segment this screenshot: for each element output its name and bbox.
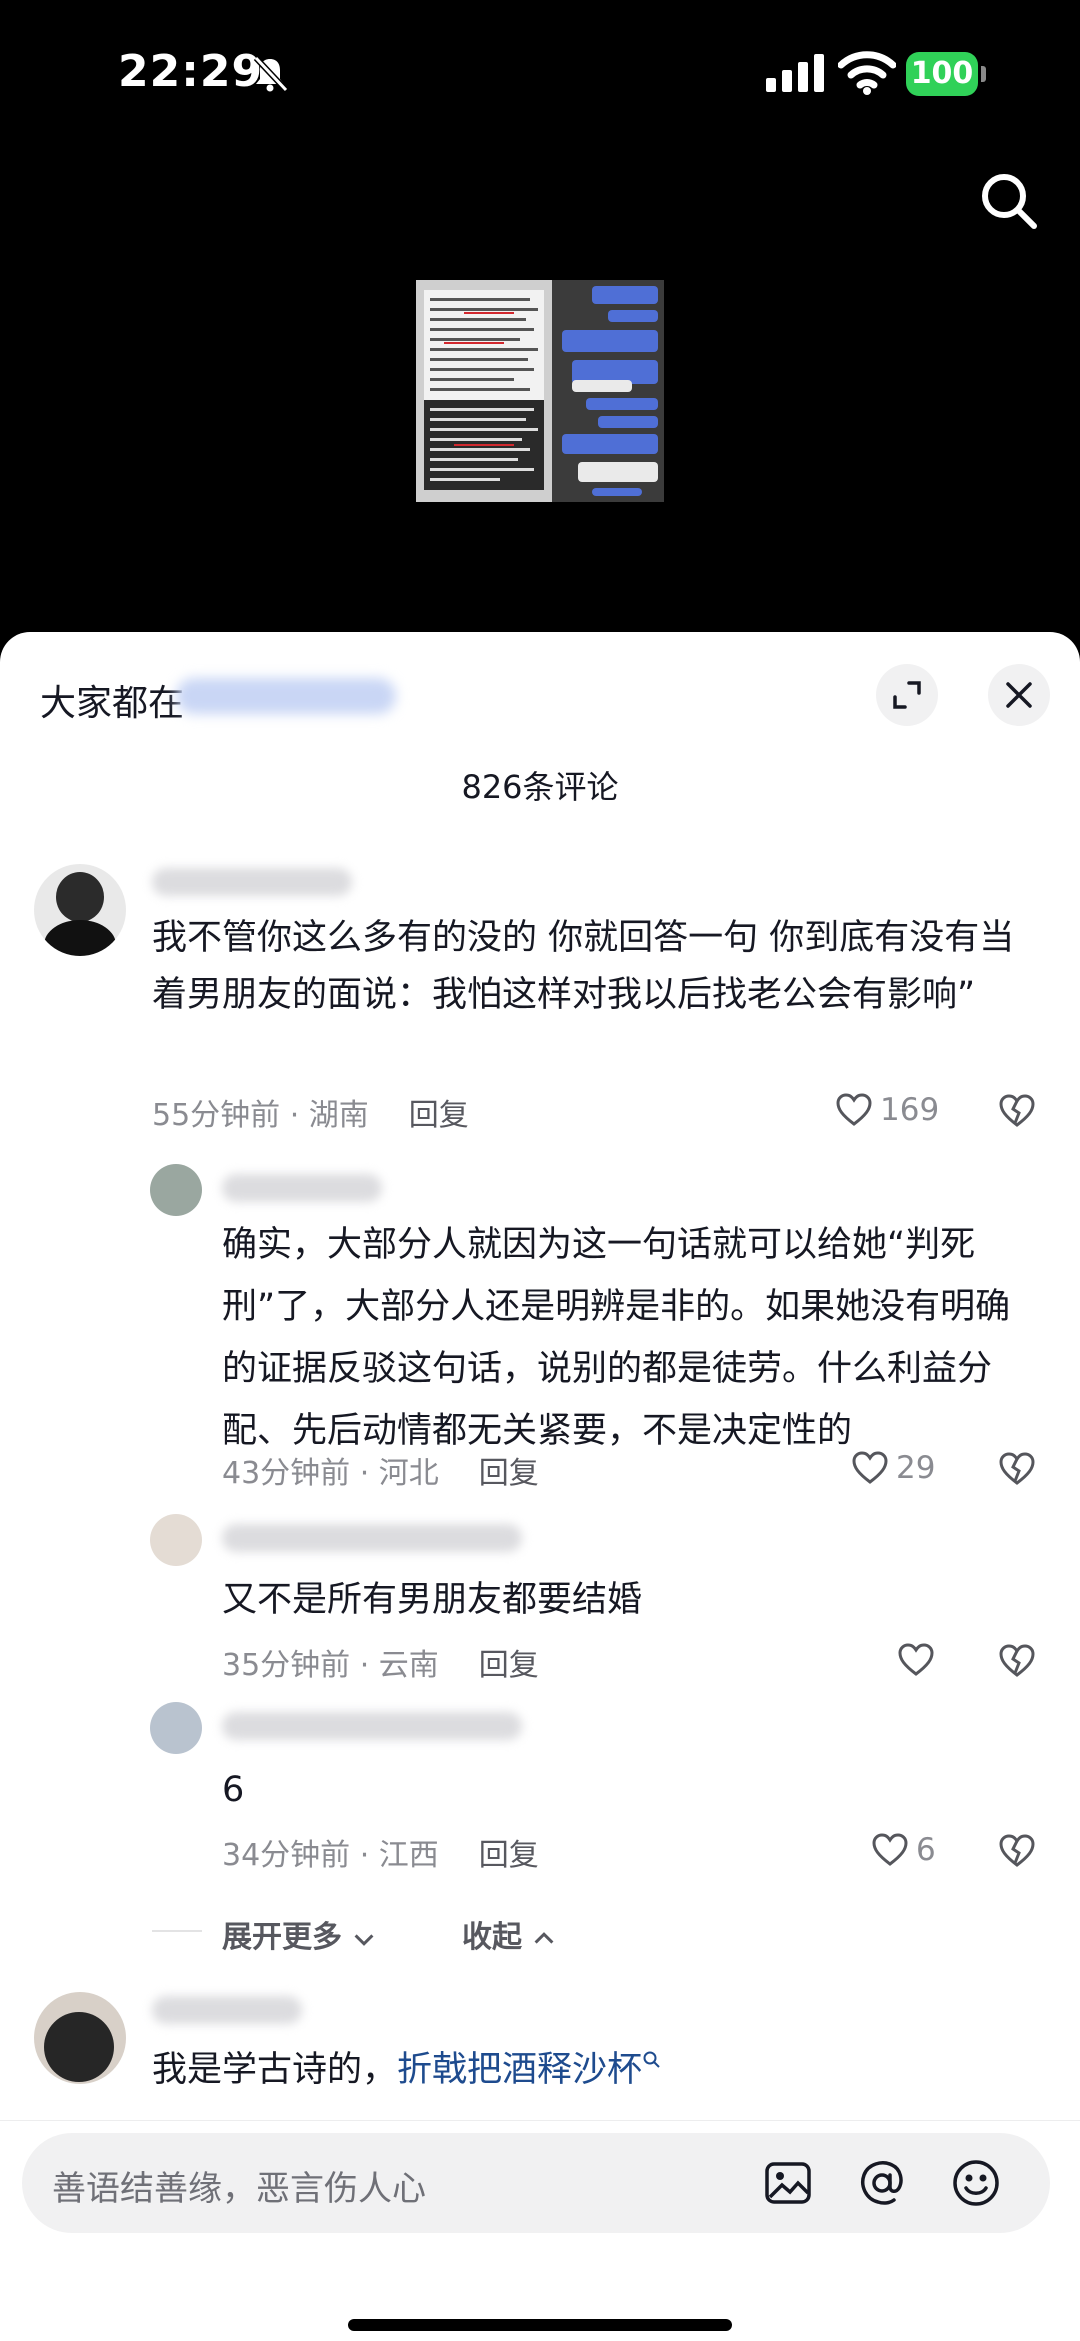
- comment-meta: 43分钟前 · 河北 回复: [222, 1448, 539, 1492]
- comment-input-bar: 善语结善缘，恶言伤人心: [0, 2120, 1080, 2333]
- avatar[interactable]: [34, 864, 126, 956]
- comment-text: 6: [222, 1770, 245, 1810]
- expand-more-label: 展开更多: [222, 1920, 342, 1955]
- nickname-blurred[interactable]: [222, 1524, 522, 1552]
- thumbnail-dark-panel: [424, 400, 544, 490]
- avatar[interactable]: [150, 1702, 202, 1754]
- comment-text: 我不管你这么多有的没的 你就回答一句 你到底有没有当着男朋友的面说：我怕这样对我…: [152, 918, 1015, 1015]
- like-count: 6: [916, 1832, 936, 1868]
- search-icon[interactable]: [978, 170, 1040, 232]
- sheet-title: 大家都在: [40, 683, 185, 724]
- comment-sheet: 大家都在 826条评论 我不管你这么多有的没的 你就回答一句 你到底有没有当着男…: [0, 632, 1080, 2341]
- status-time: 22:29: [118, 46, 264, 97]
- expand-button[interactable]: [876, 664, 938, 726]
- expand-icon: [893, 681, 921, 709]
- broken-heart-icon[interactable]: [996, 1830, 1038, 1872]
- chevron-up-icon: [534, 1931, 554, 1944]
- home-indicator: [348, 2319, 732, 2331]
- like-button[interactable]: 169: [834, 1088, 939, 1132]
- comment-text-prefix: 我是学古诗的，: [152, 2050, 398, 2090]
- at-icon[interactable]: [856, 2157, 908, 2209]
- nickname-blurred[interactable]: [152, 868, 352, 896]
- nickname-blurred[interactable]: [222, 1174, 382, 1202]
- comment-input[interactable]: 善语结善缘，恶言伤人心: [22, 2133, 1050, 2233]
- nickname-blurred[interactable]: [222, 1712, 522, 1740]
- image-icon[interactable]: [762, 2157, 814, 2209]
- comment-count: 826条评论: [461, 768, 619, 806]
- search-small-icon: [643, 2051, 660, 2068]
- close-icon: [1006, 682, 1032, 708]
- like-count: 169: [880, 1092, 940, 1128]
- thread-divider: [152, 1930, 202, 1932]
- comment-text: 我是学古诗的，折戟把酒释沙杯: [152, 2042, 1032, 2099]
- thumbnail-chat: [552, 280, 664, 502]
- reply-button[interactable]: 回复: [479, 1456, 539, 1491]
- comment-input-placeholder: 善语结善缘，恶言伤人心: [52, 2169, 426, 2209]
- comment-time-location: 35分钟前 · 云南: [222, 1648, 439, 1683]
- like-button[interactable]: 6: [870, 1828, 936, 1872]
- wifi-icon: [838, 51, 896, 95]
- expand-more-button[interactable]: 展开更多: [222, 1912, 376, 1956]
- avatar[interactable]: [34, 1992, 126, 2084]
- collapse-button[interactable]: 收起: [462, 1912, 556, 1956]
- blurred-title-suffix: [176, 678, 396, 714]
- comment-time-location: 55分钟前 · 湖南: [152, 1098, 369, 1133]
- close-button[interactable]: [988, 664, 1050, 726]
- search-link[interactable]: 折戟把酒释沙杯: [397, 2050, 642, 2090]
- broken-heart-icon[interactable]: [996, 1090, 1038, 1132]
- heart-icon: [852, 1451, 888, 1484]
- video-thumbnail[interactable]: [416, 280, 664, 502]
- nickname-blurred[interactable]: [152, 1996, 302, 2024]
- like-count: 29: [896, 1450, 936, 1486]
- avatar[interactable]: [150, 1164, 202, 1216]
- signal-icon: [766, 54, 824, 92]
- bell-slash-icon: [253, 55, 289, 93]
- status-bar: 22:29 100: [0, 0, 1080, 150]
- heart-icon: [872, 1833, 908, 1866]
- like-button[interactable]: 29: [850, 1446, 935, 1490]
- heart-icon: [836, 1093, 872, 1126]
- heart-icon: [898, 1643, 934, 1676]
- comment-time-location: 34分钟前 · 江西: [222, 1838, 439, 1873]
- comment-text: 又不是所有男朋友都要结婚: [222, 1580, 643, 1620]
- reply-button[interactable]: 回复: [479, 1648, 539, 1683]
- broken-heart-icon[interactable]: [996, 1640, 1038, 1682]
- comment-text: 确实，大部分人就因为这一句话就可以给她“判死刑”了，大部分人还是明辨是非的。如果…: [222, 1225, 1011, 1451]
- chevron-down-icon: [354, 1933, 374, 1946]
- comment-meta: 35分钟前 · 云南 回复: [222, 1640, 539, 1684]
- like-button[interactable]: [896, 1638, 942, 1682]
- collapse-label: 收起: [462, 1920, 522, 1955]
- reply-button[interactable]: 回复: [409, 1098, 469, 1133]
- battery-icon: 100: [906, 52, 986, 96]
- comment-time-location: 43分钟前 · 河北: [222, 1456, 439, 1491]
- comment-meta: 34分钟前 · 江西 回复: [222, 1830, 539, 1874]
- battery-level: 100: [906, 52, 978, 96]
- broken-heart-icon[interactable]: [996, 1448, 1038, 1490]
- reply-button[interactable]: 回复: [479, 1838, 539, 1873]
- avatar[interactable]: [150, 1514, 202, 1566]
- comment-meta: 55分钟前 · 湖南 回复: [152, 1090, 469, 1134]
- emoji-icon[interactable]: [950, 2157, 1002, 2209]
